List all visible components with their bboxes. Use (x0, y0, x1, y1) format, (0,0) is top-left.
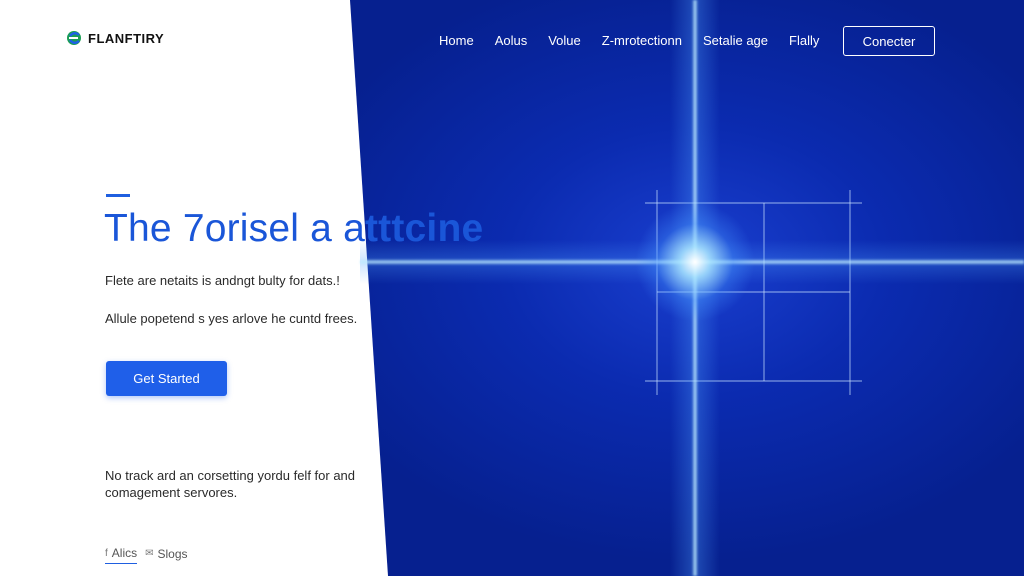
footer-description: No track ard an corsetting yordu felf fo… (105, 468, 356, 500)
nav-item-z-mrotectionn[interactable]: Z-mrotectionn (602, 33, 682, 48)
logo-icon (67, 31, 81, 45)
facebook-icon: f (105, 547, 108, 559)
hero-subtitle-2: Allule popetend s yes arlove he cuntd fr… (105, 311, 358, 326)
light-flare (635, 202, 755, 322)
social-link-label: Slogs (157, 546, 188, 561)
nav-item-setalie-age[interactable]: Setalie age (703, 33, 768, 48)
social-link-label: Alics (111, 546, 138, 560)
main-nav: Home Aolus Volue Z-mrotectionn Setalie a… (439, 33, 840, 48)
social-link-alics[interactable]: f Alics (105, 546, 138, 564)
hero-headline: The 7orisel a atttcine (104, 207, 483, 251)
headline-light-text: The 7orisel a a (104, 207, 365, 250)
nav-item-aolus[interactable]: Aolus (495, 33, 528, 48)
hero-subtitle-1: Flete are netaits is andngt bulty for da… (105, 273, 340, 288)
brand-logo[interactable]: FLANFTIRY (66, 30, 164, 46)
twitter-icon: ✉ (145, 548, 154, 559)
headline-bold-text: tttcine (364, 207, 484, 250)
connect-button[interactable]: Conecter (843, 26, 935, 56)
headline-accent-bar (106, 194, 130, 197)
social-links: f Alics ✉ Slogs (105, 546, 188, 564)
nav-item-flally[interactable]: Flally (789, 33, 819, 48)
get-started-button[interactable]: Get Started (106, 361, 227, 396)
brand-name: FLANFTIRY (88, 30, 165, 46)
social-link-slogs[interactable]: ✉ Slogs (145, 546, 187, 564)
nav-item-volue[interactable]: Volue (548, 33, 581, 48)
nav-item-home[interactable]: Home (439, 33, 474, 48)
